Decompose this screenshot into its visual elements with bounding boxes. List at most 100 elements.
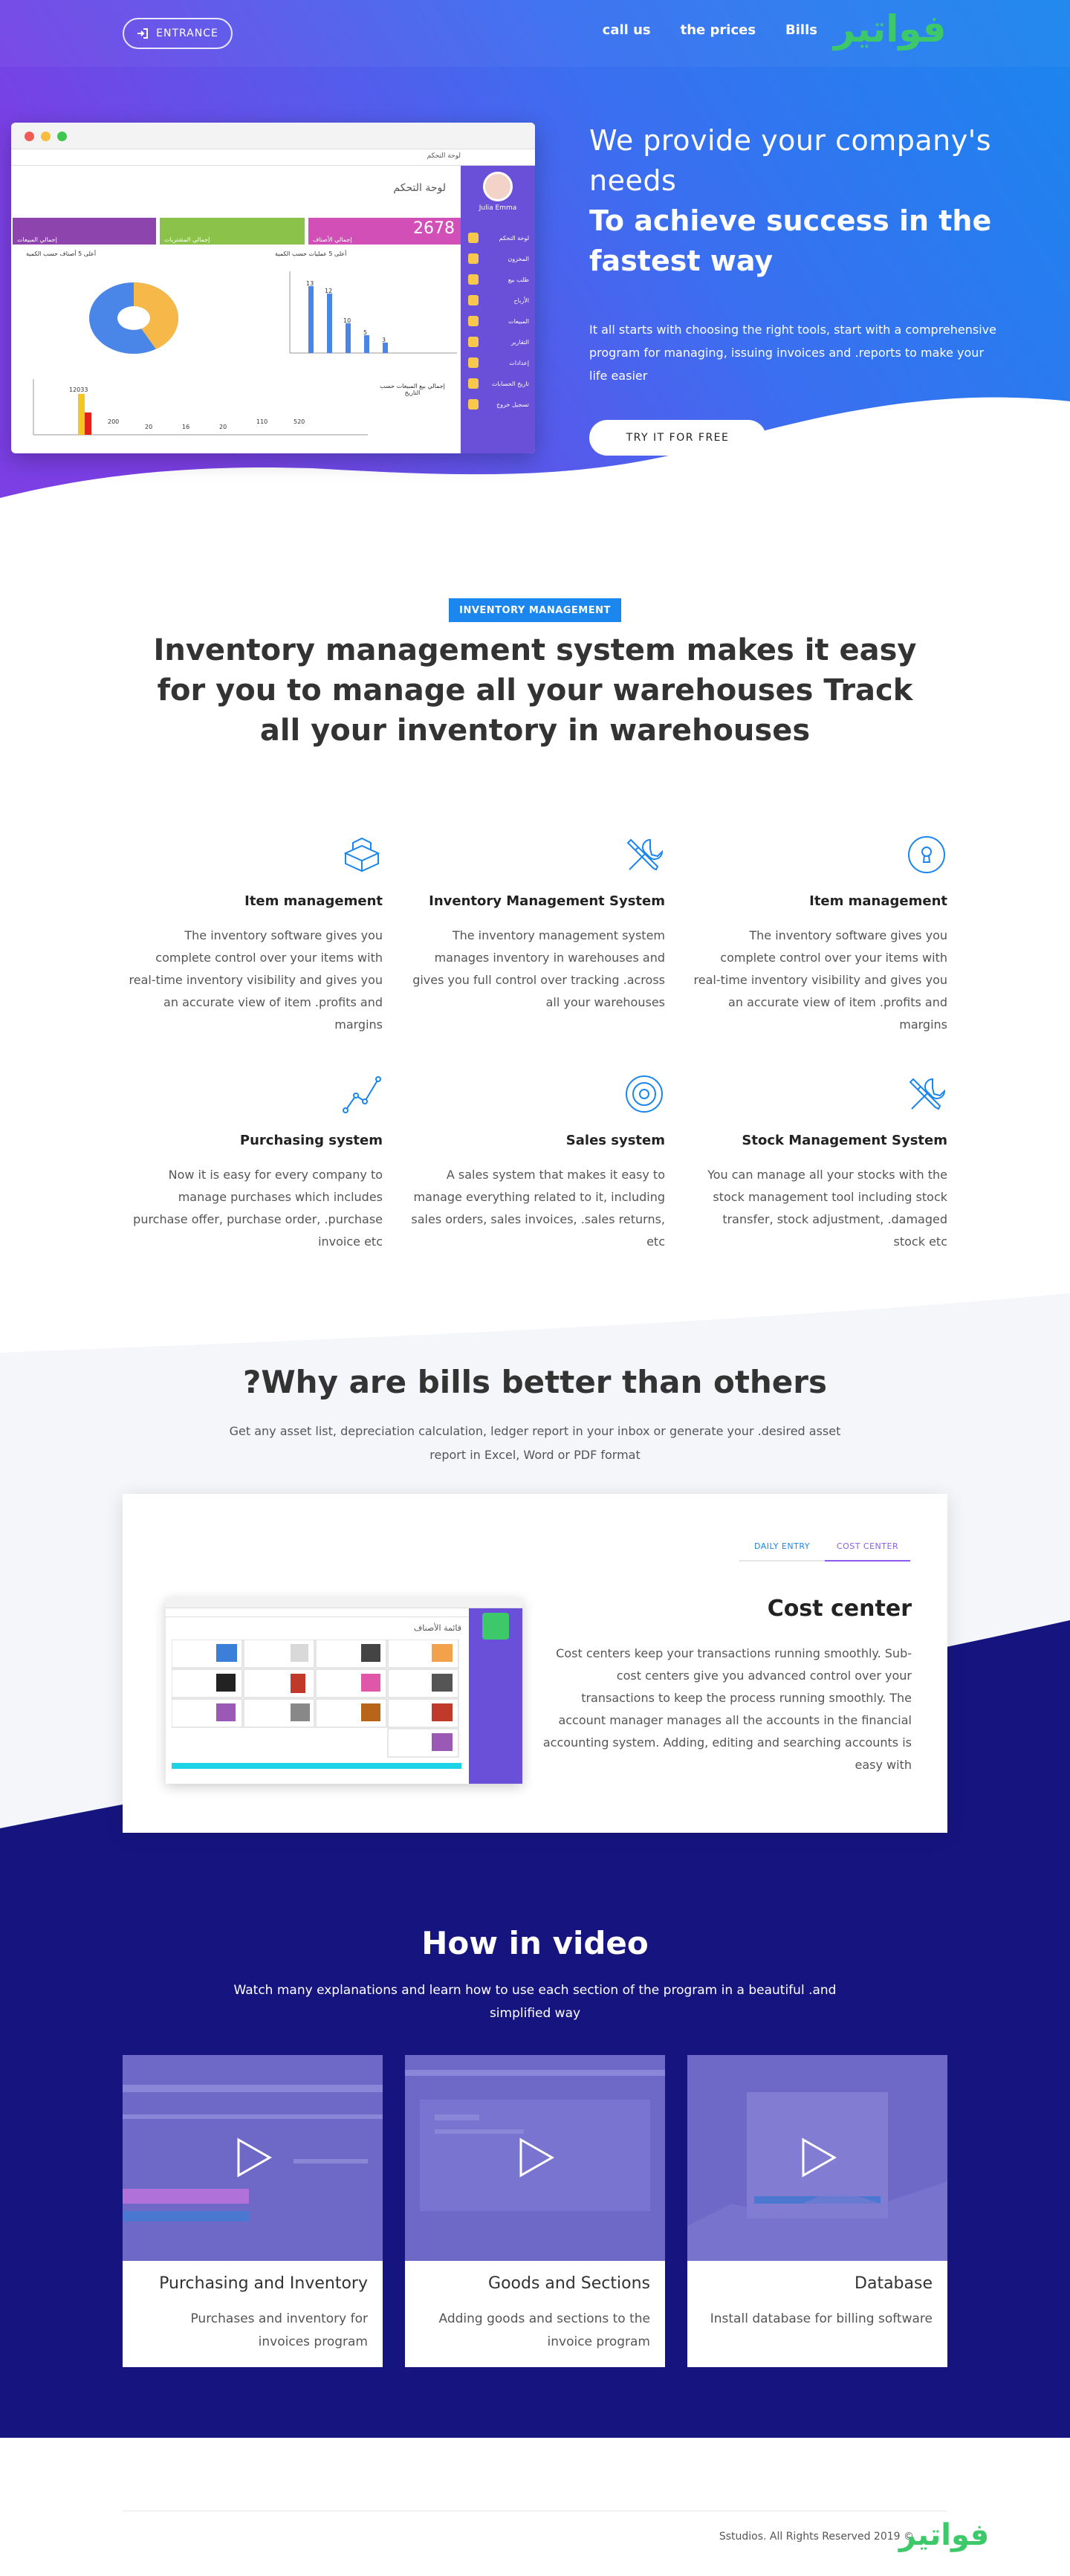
card-title: Cost center: [767, 1596, 912, 1622]
video-card-text: Purchases and inventory for invoices pro…: [190, 2311, 368, 2349]
shot-status-bar: [172, 1763, 461, 1769]
mock-window-title: لوحة التحكم: [427, 152, 461, 160]
video-subtitle: Watch many explanations and learn how to…: [233, 1983, 837, 2021]
sales-icon: [468, 316, 479, 326]
shot-logo: [482, 1613, 509, 1640]
nav-bills[interactable]: Bills: [785, 22, 817, 38]
items-screenshot: قائمة الأصناف: [166, 1598, 522, 1784]
why-title: ?Why are bills better than others: [242, 1364, 828, 1400]
mock-bar-label: 12: [325, 288, 333, 294]
mock-menubar: لوحة التحكم: [11, 149, 535, 166]
site-logo[interactable]: فواتير: [834, 7, 947, 51]
mock-sales-label: 520: [294, 418, 305, 425]
mock-sales-label: 20: [145, 424, 153, 430]
mock-sidebar-item: تسجيل خروج: [468, 398, 529, 411]
feature-text: The inventory software gives you complet…: [693, 928, 948, 1032]
feature-title: Inventory Management System: [429, 893, 665, 909]
shot-chrome: [166, 1598, 522, 1608]
mock-bar-label: 5: [363, 329, 368, 336]
why-subtitle: Get any asset list, depreciation calcula…: [229, 1424, 841, 1462]
hero-title-line2: To achieve success in the fastest way: [589, 204, 992, 277]
nav-call-us[interactable]: call us: [603, 22, 651, 38]
box-icon: [468, 253, 479, 264]
nav-prices[interactable]: the prices: [681, 22, 756, 38]
mock-dashboard-title: لوحة التحكم: [393, 182, 446, 194]
avatar: [483, 172, 513, 201]
tools-icon: [909, 1078, 946, 1110]
hero-section: ENTRANCE call us the prices Bills فواتير…: [0, 0, 1070, 520]
feature-title: Stock Management System: [742, 1133, 947, 1148]
video-thumbnail[interactable]: [687, 2055, 947, 2261]
feature-title: Item management: [809, 893, 947, 909]
money-icon: [468, 295, 479, 305]
mock-sidebar-item: لوحة التحكم: [468, 231, 529, 245]
top-navbar: ENTRANCE call us the prices Bills فواتير: [0, 0, 1070, 67]
video-thumbnail[interactable]: [405, 2055, 665, 2261]
mock-tile-purchases: إجمالي المشتريات: [160, 218, 305, 245]
mock-sales-label: 200: [108, 418, 120, 425]
minimize-dot-icon: [41, 132, 51, 141]
video-title: How in video: [421, 1925, 649, 1961]
shot-sidebar: [469, 1608, 522, 1784]
mock-donut-chart: [89, 282, 179, 354]
video-card[interactable]: Purchasing and Inventory Purchases and i…: [123, 2055, 383, 2367]
tab-cost-center[interactable]: COST CENTER: [825, 1541, 910, 1562]
mock-chart2-title: أعلى 5 عمليات حسب الكمية: [275, 250, 347, 257]
mock-sidebar-item: إعدادات: [468, 356, 529, 369]
feature-card: DAILY ENTRY COST CENTER Cost center Cost…: [123, 1494, 947, 1833]
entrance-label: ENTRANCE: [156, 27, 218, 39]
mock-sidebar-item: تاريخ الحسابات: [468, 377, 529, 390]
feature-text: You can manage all your stocks with the …: [707, 1168, 947, 1249]
lock-icon: [908, 836, 945, 873]
window-chrome: [11, 123, 535, 149]
mock-sidebar-item: الأرباح: [468, 294, 529, 307]
mock-bar-chart: [289, 271, 457, 354]
feature-title: Purchasing system: [239, 1133, 383, 1148]
settings-icon: [468, 357, 479, 368]
main-nav: call us the prices Bills: [603, 22, 817, 38]
feature-text: A sales system that makes it easy to man…: [411, 1168, 665, 1249]
shot-title: قائمة الأصناف: [413, 1623, 461, 1633]
login-icon: [137, 28, 149, 39]
mock-sidebar-item: المبيعات: [468, 314, 529, 328]
video-card[interactable]: Goods and Sections Adding goods and sect…: [405, 2055, 665, 2367]
play-icon[interactable]: [236, 2137, 273, 2178]
video-card-text: Install database for billing software: [710, 2311, 933, 2326]
cart-icon: [468, 274, 479, 285]
hero-description: It all starts with choosing the right to…: [589, 323, 996, 383]
mock-sales-label: 110: [256, 418, 268, 425]
video-card[interactable]: Database Install database for billing so…: [687, 2055, 947, 2367]
play-icon[interactable]: [518, 2137, 555, 2178]
video-card-title: Goods and Sections: [488, 2274, 650, 2293]
feature-title: Sales system: [565, 1133, 665, 1148]
mock-sidebar: Julia Emma لوحة التحكم المخزون طلب بيع ا…: [461, 166, 535, 453]
play-icon[interactable]: [800, 2137, 837, 2178]
mock-sidebar-item: المخزون: [468, 252, 529, 265]
hero-title-line1: We provide your company's needs: [589, 124, 991, 197]
video-card-title: Purchasing and Inventory: [159, 2274, 368, 2293]
inventory-badge: INVENTORY MANAGEMENT: [449, 598, 621, 622]
tools-icon: [626, 838, 664, 871]
feature-text: Now it is easy for every company to mana…: [133, 1168, 383, 1249]
logout-icon: [468, 399, 479, 410]
target-icon: [626, 1075, 663, 1113]
dashboard-icon: [468, 233, 479, 243]
entrance-button[interactable]: ENTRANCE: [123, 18, 233, 49]
mock-bar-label: 10: [343, 317, 351, 324]
tab-daily-entry[interactable]: DAILY ENTRY: [739, 1541, 825, 1560]
video-card-title: Database: [855, 2274, 933, 2293]
copyright-text: Sstudios. All Rights Reserved 2019 ©: [719, 2531, 914, 2543]
try-free-button[interactable]: TRY IT FOR FREE: [589, 420, 766, 456]
mock-tile-sales: إجمالي المبيعات: [13, 218, 156, 245]
feature-title: Item management: [244, 893, 383, 909]
hero-title: We provide your company's needs To achie…: [589, 120, 1028, 281]
mock-user-name: Julia Emma: [479, 204, 517, 212]
video-card-text: Adding goods and sections to the invoice…: [438, 2311, 651, 2349]
feature-tabs: DAILY ENTRY COST CENTER: [739, 1541, 910, 1562]
page: ENTRANCE call us the prices Bills فواتير…: [0, 0, 1070, 2576]
report-icon: [468, 337, 479, 347]
close-dot-icon: [25, 132, 34, 141]
video-thumbnail[interactable]: [123, 2055, 383, 2261]
footer-logo[interactable]: فواتير: [899, 2518, 989, 2552]
graph-icon: [343, 1076, 381, 1113]
